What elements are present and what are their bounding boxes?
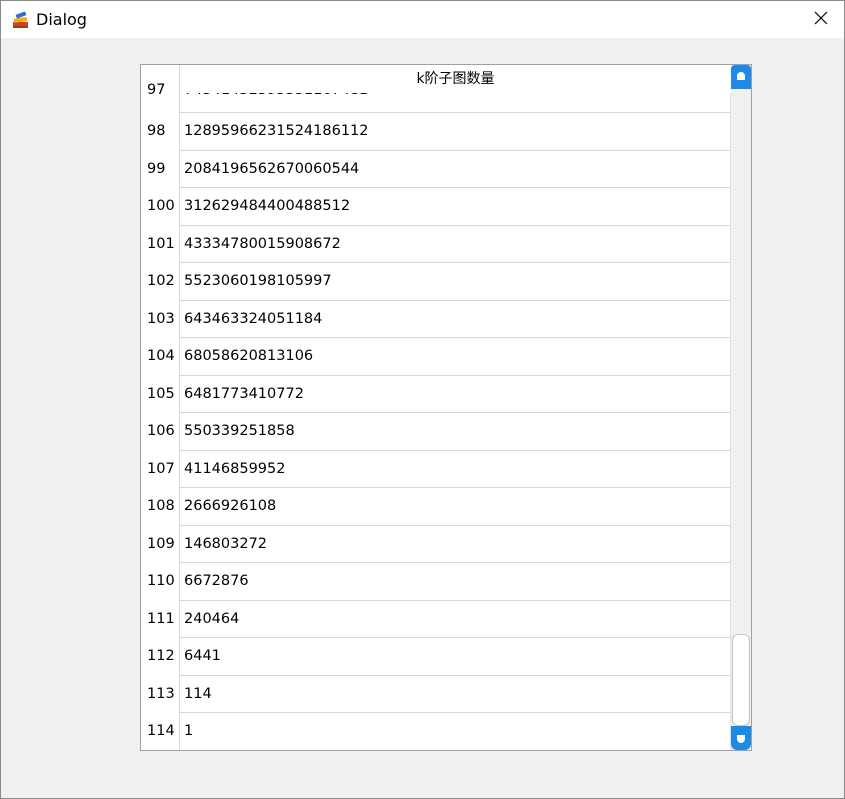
row-index: 101 xyxy=(147,235,175,252)
cell-value[interactable]: 6441 xyxy=(180,638,731,676)
row-index: 112 xyxy=(147,648,175,664)
row-index: 106 xyxy=(147,423,175,439)
cell-value[interactable]: 6672876 xyxy=(180,563,731,601)
row-index: 113 xyxy=(147,685,175,702)
table-row[interactable]: 106 550339251858 xyxy=(141,413,731,451)
cell-value[interactable]: 550339251858 xyxy=(180,413,731,451)
table-row[interactable]: 99 2084196562670060544 xyxy=(141,151,731,188)
cell-value[interactable]: 312629484400488512 xyxy=(180,188,731,226)
table-row[interactable]: 105 6481773410772 xyxy=(141,376,731,413)
scroll-up-arrow-icon xyxy=(731,72,751,93)
table-row[interactable]: 113 114 xyxy=(141,676,731,713)
dialog-window: Dialog 97 7454145259555116748B 98 128959… xyxy=(0,0,845,799)
row-index: 107 xyxy=(147,460,175,477)
row-index: 100 xyxy=(147,198,175,214)
table-row[interactable]: 103 643463324051184 xyxy=(141,301,731,338)
scroll-thumb[interactable] xyxy=(732,634,750,726)
column-header[interactable]: k阶子图数量 xyxy=(180,65,731,93)
cell-value[interactable]: 41146859952 xyxy=(180,451,731,488)
cell-value[interactable]: 1 xyxy=(180,713,731,750)
table-row[interactable]: 100 312629484400488512 xyxy=(141,188,731,226)
row-index: 103 xyxy=(147,310,175,327)
row-index: 104 xyxy=(147,348,175,364)
app-books-icon xyxy=(11,10,31,30)
close-button[interactable] xyxy=(798,1,844,38)
row-index: 110 xyxy=(147,573,175,589)
row-index: 102 xyxy=(147,273,175,289)
cell-value[interactable]: 146803272 xyxy=(180,526,731,563)
cell-value[interactable]: 2084196562670060544 xyxy=(180,151,731,188)
table-row[interactable]: 109 146803272 xyxy=(141,526,731,563)
cell-value[interactable]: 240464 xyxy=(180,601,731,638)
table-row[interactable]: 101 43334780015908672 xyxy=(141,226,731,263)
table-row[interactable]: 104 68058620813106 xyxy=(141,338,731,376)
cell-value[interactable]: 68058620813106 xyxy=(180,338,731,376)
cell-value[interactable]: 6481773410772 xyxy=(180,376,731,413)
table-row[interactable]: 107 41146859952 xyxy=(141,451,731,488)
cell-value[interactable]: 2666926108 xyxy=(180,488,731,526)
row-index: 98 xyxy=(147,123,166,139)
cell-value[interactable]: 5523060198105997 xyxy=(180,263,731,301)
cell-value[interactable]: 643463324051184 xyxy=(180,301,731,338)
close-icon xyxy=(814,10,828,29)
title-bar[interactable]: Dialog xyxy=(1,1,844,38)
cell-value[interactable]: 12895966231524186112 xyxy=(180,113,731,151)
window-title: Dialog xyxy=(36,10,87,29)
table-row[interactable]: 102 5523060198105997 xyxy=(141,263,731,301)
vertical-scrollbar[interactable] xyxy=(730,65,751,750)
table-row[interactable]: 111 240464 xyxy=(141,601,731,638)
data-table[interactable]: 97 7454145259555116748B 98 1289596623152… xyxy=(140,64,752,751)
scroll-up-button[interactable] xyxy=(731,65,751,89)
row-index: 108 xyxy=(147,498,175,514)
table-row[interactable]: 98 12895966231524186112 xyxy=(141,113,731,151)
row-index: 97 xyxy=(147,82,166,98)
row-index: 105 xyxy=(147,385,175,402)
row-index: 114 xyxy=(147,723,175,739)
table-row[interactable]: 114 1 xyxy=(141,713,731,750)
row-index: 111 xyxy=(147,610,175,627)
table-row[interactable]: 108 2666926108 xyxy=(141,488,731,526)
scroll-down-arrow-icon xyxy=(731,735,751,750)
cell-value[interactable]: 114 xyxy=(180,676,731,713)
cell-value[interactable]: 43334780015908672 xyxy=(180,226,731,263)
table-row[interactable]: 112 6441 xyxy=(141,638,731,676)
row-index: 99 xyxy=(147,160,166,177)
table-rows: 97 7454145259555116748B 98 1289596623152… xyxy=(141,65,731,750)
table-row[interactable]: 110 6672876 xyxy=(141,563,731,601)
scroll-down-button[interactable] xyxy=(731,726,751,750)
row-index: 109 xyxy=(147,535,175,552)
